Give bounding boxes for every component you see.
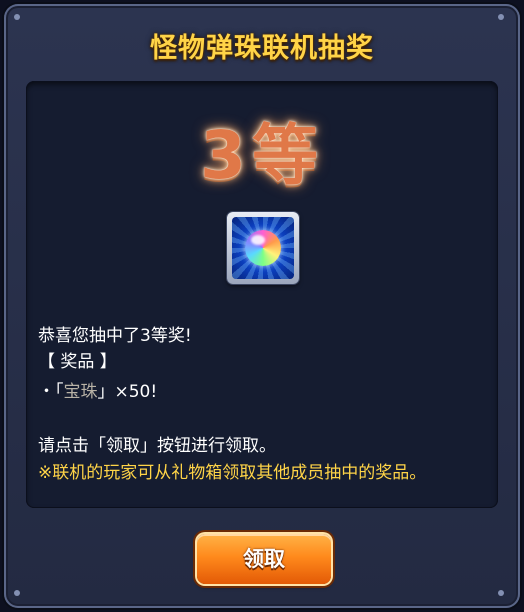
prize-rank: 3等	[200, 117, 324, 194]
claim-instruction: 请点击「领取」按钮进行领取。	[38, 436, 276, 456]
prize-name: 宝珠	[63, 382, 98, 402]
claim-button[interactable]: 领取	[197, 534, 331, 584]
rainbow-orb-icon	[245, 230, 281, 266]
prize-header: 【 奖品 】	[38, 352, 117, 372]
prize-line: ・「宝珠」×50!	[38, 379, 157, 405]
prize-item-frame	[227, 212, 299, 284]
lottery-dialog: 怪物弹珠联机抽奖 3等 恭喜您抽中了3等奖! 【 奖品 】 ・「宝珠」×50! …	[4, 4, 520, 608]
prize-line-suffix: 」×50!	[97, 382, 158, 402]
prize-item-background	[232, 217, 294, 279]
congrats-message: 恭喜您抽中了3等奖!	[38, 326, 192, 346]
prize-line-prefix: ・「	[38, 382, 64, 402]
dialog-title: 怪物弹珠联机抽奖	[150, 33, 374, 64]
gift-box-note: ※联机的玩家可从礼物箱领取其他成员抽中的奖品。	[38, 463, 427, 483]
